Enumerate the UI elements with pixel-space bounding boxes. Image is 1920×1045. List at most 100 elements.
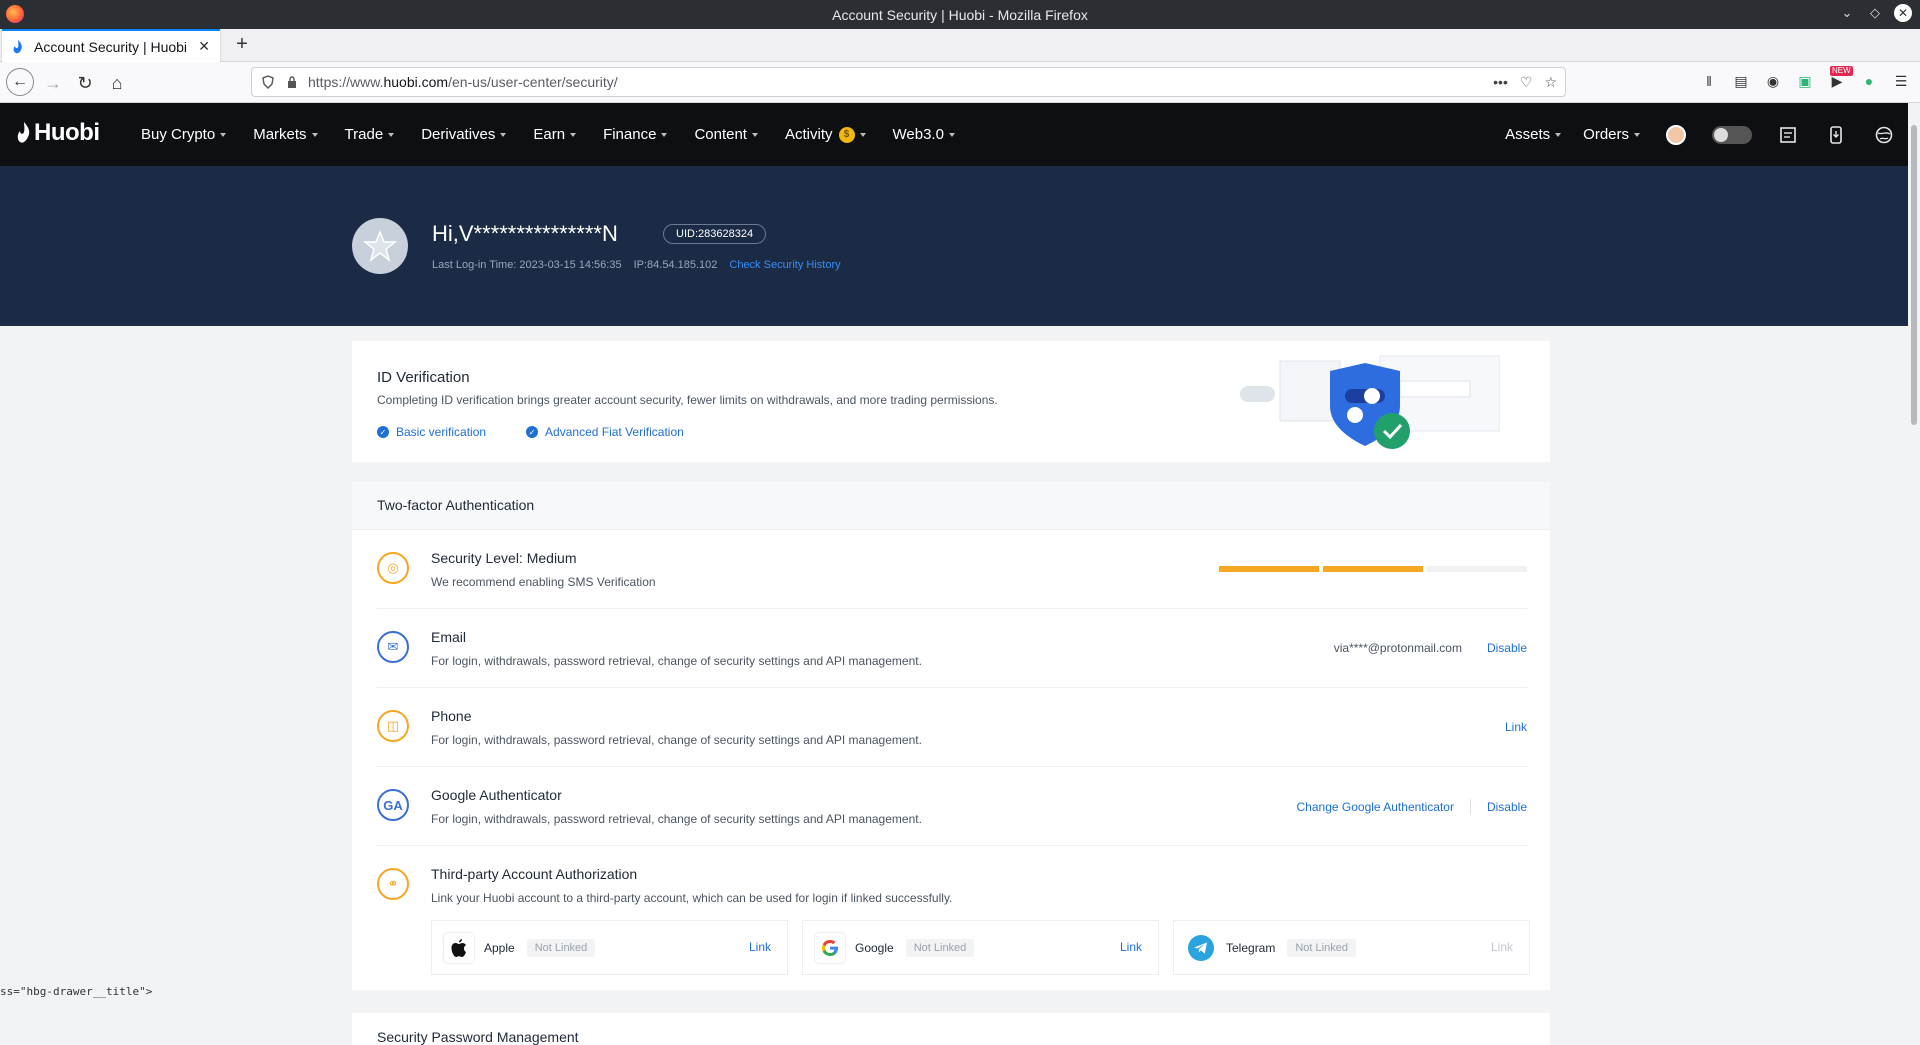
huobi-logo[interactable]: Huobi [17,119,100,147]
profile-greeting: Hi,V***************N [432,221,618,246]
apple-label: Apple [484,940,515,955]
google-label: Google [855,940,894,955]
third-party-row: ⚭ Third-party Account Authorization Link… [377,846,1527,925]
extension-video-icon[interactable]: ▶ NEW [1828,66,1853,90]
security-level-row: ◎ Security Level: Medium We recommend en… [377,530,1527,609]
phone-link-button[interactable]: Link [1505,720,1527,734]
advanced-fiat-verification-link[interactable]: ✓ Advanced Fiat Verification [526,425,684,439]
phone-actions: Link [1505,720,1527,734]
email-icon: ✉ [377,631,409,663]
tab-account-security[interactable]: Account Security | Huobi ✕ [2,29,220,62]
nav-trade[interactable]: Trade [345,126,395,143]
notifications-icon[interactable] [1776,123,1800,147]
tracking-shield-icon[interactable] [260,74,276,90]
nav-orders[interactable]: Orders [1583,126,1640,143]
account-icon[interactable]: ◉ [1764,72,1782,90]
nav-derivatives[interactable]: Derivatives [421,126,507,143]
change-google-authenticator-button[interactable]: Change Google Authenticator [1297,800,1454,814]
apple-icon [444,932,474,963]
chevron-down-icon [220,132,227,137]
chevron-down-icon [661,132,668,137]
bookmark-star-icon[interactable]: ☆ [1544,74,1557,91]
nav-earn[interactable]: Earn [533,126,577,143]
minimize-icon[interactable]: ⌄ [1838,4,1856,22]
telegram-account-box: Telegram Not Linked Link [1173,920,1530,975]
third-party-desc: Link your Huobi account to a third-party… [431,891,953,905]
nav-assets[interactable]: Assets [1505,126,1562,143]
extension-green-icon[interactable]: ● [1860,72,1878,90]
page-scrollbar[interactable] [1908,103,1920,1045]
apple-account-box: Apple Not Linked Link [431,920,788,975]
status-snippet: ss="hbg-drawer__title"> [0,985,153,998]
new-badge: NEW [1830,66,1853,76]
chevron-down-icon [1555,132,1562,137]
page-actions-icon[interactable]: ••• [1493,74,1508,91]
third-party-title: Third-party Account Authorization [431,866,638,882]
url-actions: ••• ♡ ☆ [1493,74,1557,91]
header-right: Assets Orders [1505,103,1896,166]
nav-content[interactable]: Content [694,126,758,143]
id-verification-desc: Completing ID verification brings greate… [377,393,998,407]
pocket-icon[interactable]: ♡ [1520,74,1533,91]
window-controls: ⌄ ◇ ✕ [1838,4,1912,22]
nav-finance[interactable]: Finance [603,126,668,143]
telegram-link-button[interactable]: Link [1491,940,1513,954]
url-bar[interactable]: https://www. huobi.com/en-us/user-center/… [251,67,1566,97]
id-verification-card: ID Verification Completing ID verificati… [352,341,1550,462]
basic-verification-link[interactable]: ✓ Basic verification [377,425,486,439]
email-value: via****@protonmail.com [1333,641,1462,655]
sidebar-icon[interactable]: ▤ [1732,72,1750,90]
tab-bar: Account Security | Huobi ✕ + [0,29,1920,62]
apple-link-button[interactable]: Link [749,940,771,954]
language-globe-icon[interactable] [1872,123,1896,147]
email-disable-button[interactable]: Disable [1487,641,1527,655]
user-avatar-icon[interactable] [1664,123,1688,147]
google-icon [815,932,845,963]
scrollbar-thumb[interactable] [1911,125,1917,425]
check-security-history-link[interactable]: Check Security History [729,259,840,271]
tab-close-icon[interactable]: ✕ [198,38,210,55]
screenshot-icon[interactable]: ▣ [1796,72,1814,90]
home-button[interactable]: ⌂ [104,70,130,96]
back-button[interactable]: ← [6,68,34,96]
google-authenticator-disable-button[interactable]: Disable [1487,800,1527,814]
level-segment [1323,566,1423,572]
uid-badge[interactable]: UID:283628324 [663,224,767,244]
maximize-icon[interactable]: ◇ [1866,4,1884,22]
browser-navbar: ← → ↻ ⌂ https://www. huobi.com/en-us/user… [0,62,1920,103]
lock-icon[interactable] [284,74,300,90]
download-icon[interactable] [1824,123,1848,147]
forward-button[interactable]: → [40,70,66,96]
telegram-label: Telegram [1226,940,1276,955]
nav-web3[interactable]: Web3.0 [893,126,955,143]
url-path: /en-us/user-center/security/ [448,74,618,90]
google-authenticator-desc: For login, withdrawals, password retriev… [431,812,922,826]
nav-markets[interactable]: Markets [253,126,318,143]
menu-icon[interactable]: ☰ [1892,72,1910,90]
email-actions: via****@protonmail.com Disable [1334,641,1527,655]
security-shield-illustration [1240,355,1500,449]
chevron-down-icon [570,132,577,137]
huobi-favicon-icon [12,39,24,54]
google-link-button[interactable]: Link [1120,940,1142,954]
security-level-icon: ◎ [377,552,409,584]
logo-text: Huobi [34,119,100,146]
check-icon: ✓ [526,426,539,438]
telegram-status-badge: Not Linked [1287,938,1356,957]
security-level-title: Security Level: Medium [431,550,577,566]
library-icon[interactable]: ‖ [1700,72,1718,90]
close-window-icon[interactable]: ✕ [1894,4,1912,22]
email-title: Email [431,629,467,645]
chevron-down-icon [1634,132,1640,137]
tab-title: Account Security | Huobi [34,38,188,55]
os-titlebar: Account Security | Huobi - Mozilla Firef… [0,0,1920,29]
nav-buy-crypto[interactable]: Buy Crypto [141,126,227,143]
google-account-box: Google Not Linked Link [802,920,1159,975]
two-factor-card: Two-factor Authentication ◎ Security Lev… [352,482,1550,990]
new-tab-button[interactable]: + [230,33,254,57]
nav-activity[interactable]: Activity $ [785,126,866,143]
login-ip: IP:84.54.185.102 [633,259,718,271]
telegram-icon [1186,933,1216,963]
reload-button[interactable]: ↻ [72,70,98,96]
theme-toggle[interactable] [1712,123,1752,147]
